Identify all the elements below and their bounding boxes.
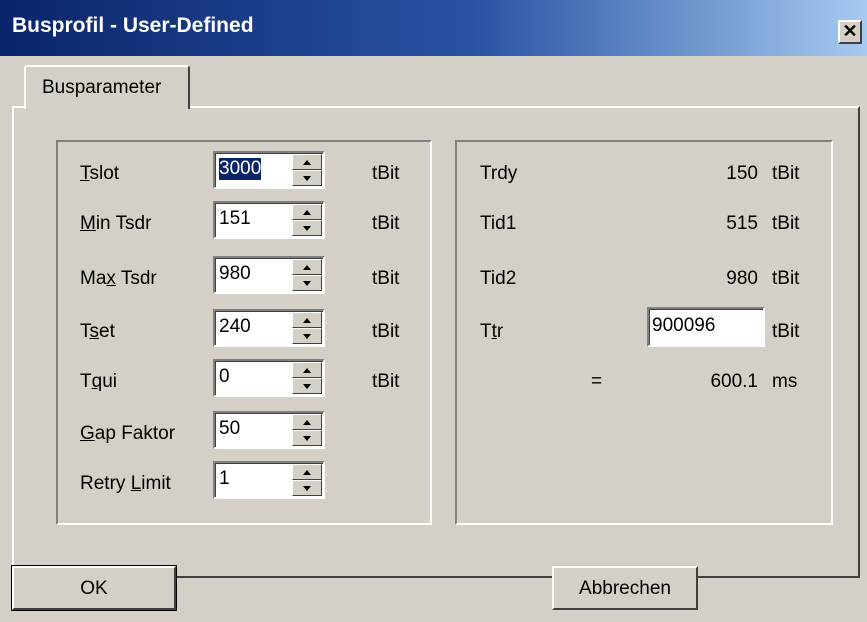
spin-up-button[interactable] [292,362,322,378]
spin-up-button[interactable] [292,154,322,170]
arrow-up-icon [303,318,311,323]
tslot-value: 3000 [219,158,262,180]
retry-limit-value: 1 [219,468,230,489]
tqui-spinner[interactable] [292,362,322,394]
tset-label: Tset [80,321,115,342]
gap-faktor-spinner[interactable] [292,414,322,446]
tslot-unit: tBit [372,163,400,184]
max-tsdr-label: Max Tsdr [80,268,157,289]
tset-value: 240 [219,316,251,337]
tab-busparameter[interactable]: Busparameter [24,65,190,109]
tslot-spinner[interactable] [292,154,322,186]
gap-faktor-field[interactable]: 50 [213,411,325,449]
spin-down-button[interactable] [292,170,322,186]
retry-limit-label: Retry Limit [80,473,171,494]
tqui-field[interactable]: 0 [213,359,325,397]
spin-up-button[interactable] [292,464,322,480]
tid2-value: 980 [726,268,758,289]
ok-label: OK [80,578,108,599]
ttr-label: Ttr [480,321,504,342]
cancel-label: Abbrechen [579,578,671,599]
max-tsdr-value: 980 [219,263,251,284]
ttr-unit: tBit [772,321,800,342]
tid1-value: 515 [726,213,758,234]
ttr-input[interactable]: 900096 [647,307,765,347]
gap-faktor-label: Gap Faktor [80,423,176,444]
spin-up-button[interactable] [292,414,322,430]
spin-down-button[interactable] [292,430,322,446]
gap-faktor-value: 50 [219,418,241,439]
retry-limit-field[interactable]: 1 [213,461,325,499]
arrow-up-icon [303,210,311,215]
trdy-value: 150 [726,163,758,184]
arrow-down-icon [303,176,311,181]
spin-up-button[interactable] [292,259,322,275]
spin-down-button[interactable] [292,480,322,496]
max-tsdr-unit: tBit [372,268,400,289]
tqui-label: Tqui [80,371,117,392]
tqui-unit: tBit [372,371,400,392]
trdy-unit: tBit [772,163,800,184]
arrow-up-icon [303,420,311,425]
arrow-down-icon [303,486,311,491]
arrow-up-icon [303,470,311,475]
min-tsdr-spinner[interactable] [292,204,322,236]
ok-button[interactable]: OK [11,565,177,611]
spin-down-button[interactable] [292,275,322,291]
window-title: Busprofil - User-Defined [12,14,254,37]
close-button[interactable]: ✕ [838,20,862,44]
arrow-down-icon [303,281,311,286]
tset-unit: tBit [372,321,400,342]
min-tsdr-value: 151 [219,208,251,229]
spin-down-button[interactable] [292,220,322,236]
tid1-unit: tBit [772,213,800,234]
tqui-value: 0 [219,366,230,387]
tslot-label: Tslot [80,163,120,184]
arrow-up-icon [303,368,311,373]
close-icon: ✕ [842,21,858,41]
min-tsdr-label: Min Tsdr [80,213,152,234]
tid1-label: Tid1 [480,213,517,234]
result-value: 600.1 [710,371,758,392]
spin-up-button[interactable] [292,312,322,328]
max-tsdr-spinner[interactable] [292,259,322,291]
spin-down-button[interactable] [292,378,322,394]
ttr-value: 900096 [652,315,716,336]
equals-sign: = [591,371,603,392]
arrow-down-icon [303,226,311,231]
tid2-unit: tBit [772,268,800,289]
spin-up-button[interactable] [292,204,322,220]
trdy-label: Trdy [480,163,518,184]
min-tsdr-field[interactable]: 151 [213,201,325,239]
retry-limit-spinner[interactable] [292,464,322,496]
arrow-down-icon [303,334,311,339]
tset-field[interactable]: 240 [213,309,325,347]
tslot-field[interactable]: 3000 [213,151,325,189]
min-tsdr-unit: tBit [372,213,400,234]
arrow-down-icon [303,436,311,441]
tset-spinner[interactable] [292,312,322,344]
spin-down-button[interactable] [292,328,322,344]
cancel-button[interactable]: Abbrechen [552,566,698,610]
result-unit: ms [772,371,798,392]
tab-label: Busparameter [42,77,162,98]
max-tsdr-field[interactable]: 980 [213,256,325,294]
arrow-up-icon [303,265,311,270]
arrow-up-icon [303,160,311,165]
tid2-label: Tid2 [480,268,517,289]
arrow-down-icon [303,384,311,389]
